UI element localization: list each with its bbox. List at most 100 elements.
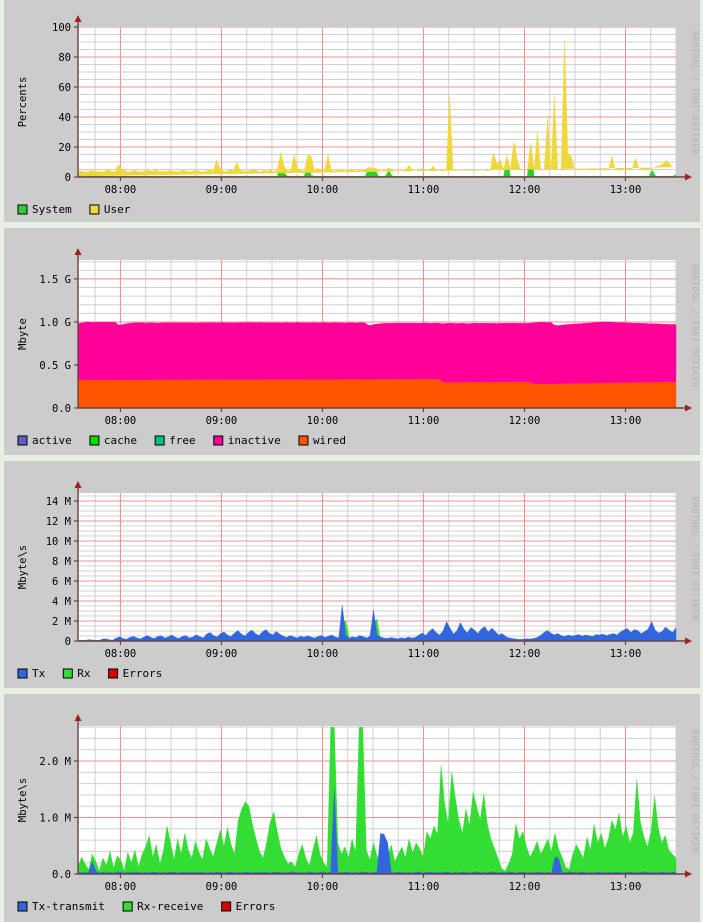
x-tick-label: 09:00 bbox=[206, 415, 238, 427]
y-tick-label: 10 M bbox=[46, 536, 71, 548]
legend-swatch-tx-transmit[interactable] bbox=[17, 901, 28, 912]
legend-label-user[interactable]: User bbox=[104, 203, 131, 216]
x-tick-label: 12:00 bbox=[509, 415, 541, 427]
y-tick-label: 100 bbox=[52, 22, 71, 34]
legend-swatch-cache[interactable] bbox=[89, 435, 100, 446]
y-tick-label: 20 bbox=[58, 142, 71, 154]
legend: Tx Rx Errors bbox=[17, 667, 163, 680]
x-axis-ticks: 08:00 09:00 10:00 11:00 12:00 13:00 bbox=[105, 874, 642, 893]
y-axis-label: Percents bbox=[17, 77, 29, 128]
x-tick-label: 11:00 bbox=[408, 415, 440, 427]
graph-canvas-traffic-int-if: Traffic on int_if: rl0 (inet) (20Mb/s)RR… bbox=[17, 694, 699, 913]
legend-swatch-active[interactable] bbox=[17, 435, 28, 446]
grid-minor bbox=[78, 26, 677, 178]
y-axis-ticks: 0 2 M 4 M 6 M 8 M 10 M 12 M 14 M bbox=[46, 496, 78, 648]
rrdtool-watermark: RRDTOOL / TOBI OETIKER bbox=[689, 730, 699, 854]
x-axis-ticks: 08:00 09:00 10:00 11:00 12:00 13:00 bbox=[105, 408, 642, 427]
rrdtool-watermark: RRDTOOL / TOBI OETIKER bbox=[689, 264, 699, 388]
y-axis-ticks: 0.0 0.5 G 1.0 G 1.5 G bbox=[39, 274, 78, 415]
plot-top-mask bbox=[78, 461, 676, 493]
graph-panel-memory-usage[interactable]: MEMORY USAGE: 1.5GbRRDTOOL / TOBI OETIKE… bbox=[0, 228, 703, 455]
y-tick-label: 8 M bbox=[52, 556, 71, 568]
legend: System User bbox=[17, 203, 131, 216]
x-tick-label: 13:00 bbox=[610, 648, 642, 660]
rrdtool-watermark: RRDTOOL / TOBI OETIKER bbox=[689, 497, 699, 621]
y-axis-label: Mbyte\s bbox=[17, 778, 29, 822]
legend-swatch-rx-receive[interactable] bbox=[122, 901, 133, 912]
graph-panel-traffic-int-if[interactable]: Traffic on int_if: rl0 (inet) (20Mb/s)RR… bbox=[0, 694, 703, 922]
y-tick-label: 0 bbox=[65, 172, 71, 184]
y-tick-label: 1.0 G bbox=[39, 317, 71, 329]
x-tick-label: 09:00 bbox=[206, 648, 238, 660]
y-axis-ticks: 0.0 1.0 M 2.0 M bbox=[39, 756, 78, 881]
x-tick-label: 09:00 bbox=[206, 184, 238, 196]
x-tick-label: 13:00 bbox=[610, 184, 642, 196]
rrdtool-graph-page: CPU USAGE: Intel(R) Pentium(R) D CPU 3.4… bbox=[0, 0, 703, 922]
legend-swatch-system[interactable] bbox=[17, 204, 28, 215]
graph-canvas-memory-usage: MEMORY USAGE: 1.5GbRRDTOOL / TOBI OETIKE… bbox=[17, 228, 699, 447]
y-tick-label: 0.0 bbox=[52, 869, 71, 881]
legend-swatch-inactive[interactable] bbox=[213, 435, 224, 446]
legend-label-cache[interactable]: cache bbox=[104, 434, 137, 447]
x-tick-label: 11:00 bbox=[408, 648, 440, 660]
y-axis-label: Mbyte bbox=[17, 318, 29, 350]
y-tick-label: 0.0 bbox=[52, 403, 71, 415]
y-tick-label: 4 M bbox=[52, 596, 71, 608]
graph-panel-traffic-ext-if[interactable]: Traffic on ext_if: age0 (local) (100Mb/s… bbox=[0, 461, 703, 688]
x-axis-ticks: 08:00 09:00 10:00 11:00 12:00 13:00 bbox=[105, 641, 642, 660]
x-tick-label: 08:00 bbox=[105, 648, 137, 660]
x-tick-label: 10:00 bbox=[307, 415, 339, 427]
x-tick-label: 13:00 bbox=[610, 415, 642, 427]
y-tick-label: 40 bbox=[58, 112, 71, 124]
legend-label-active[interactable]: active bbox=[32, 434, 72, 447]
y-axis-label: Mbyte\s bbox=[17, 545, 29, 589]
y-tick-label: 6 M bbox=[52, 576, 71, 588]
legend-swatch-errors[interactable] bbox=[221, 901, 232, 912]
legend-swatch-wired[interactable] bbox=[298, 435, 309, 446]
x-tick-label: 09:00 bbox=[206, 881, 238, 893]
plot-top-mask bbox=[78, 694, 676, 726]
y-tick-label: 14 M bbox=[46, 496, 71, 508]
legend-label-wired[interactable]: wired bbox=[313, 434, 346, 447]
x-tick-label: 08:00 bbox=[105, 415, 137, 427]
legend-label-errors[interactable]: Errors bbox=[123, 667, 163, 680]
y-tick-label: 1.5 G bbox=[39, 274, 71, 286]
y-tick-label: 1.0 M bbox=[39, 813, 71, 825]
x-tick-label: 10:00 bbox=[307, 881, 339, 893]
legend: active cache free inactive wired bbox=[17, 434, 346, 447]
legend-label-rx[interactable]: Rx bbox=[77, 667, 91, 680]
legend-label-tx[interactable]: Tx bbox=[32, 667, 46, 680]
legend-label-inactive[interactable]: inactive bbox=[228, 434, 281, 447]
x-tick-label: 11:00 bbox=[408, 184, 440, 196]
x-tick-label: 13:00 bbox=[610, 881, 642, 893]
legend-swatch-rx[interactable] bbox=[62, 668, 73, 679]
graph-panel-cpu-usage[interactable]: CPU USAGE: Intel(R) Pentium(R) D CPU 3.4… bbox=[0, 0, 703, 222]
legend-swatch-free[interactable] bbox=[154, 435, 165, 446]
rrdtool-watermark: RRDTOOL / TOBI OETIKER bbox=[689, 31, 699, 155]
legend-swatch-tx[interactable] bbox=[17, 668, 28, 679]
legend-swatch-user[interactable] bbox=[89, 204, 100, 215]
x-tick-label: 11:00 bbox=[408, 881, 440, 893]
x-tick-label: 08:00 bbox=[105, 184, 137, 196]
legend: Tx-transmit Rx-receive Errors bbox=[17, 900, 276, 913]
y-tick-label: 0 bbox=[65, 636, 71, 648]
x-tick-label: 12:00 bbox=[509, 184, 541, 196]
y-tick-label: 2 M bbox=[52, 616, 71, 628]
y-tick-label: 80 bbox=[58, 52, 71, 64]
legend-label-errors[interactable]: Errors bbox=[236, 900, 276, 913]
legend-swatch-errors[interactable] bbox=[108, 668, 119, 679]
legend-label-system[interactable]: System bbox=[32, 203, 72, 216]
x-tick-label: 12:00 bbox=[509, 648, 541, 660]
legend-label-free[interactable]: free bbox=[169, 434, 196, 447]
x-tick-label: 10:00 bbox=[307, 184, 339, 196]
y-tick-label: 60 bbox=[58, 82, 71, 94]
y-tick-label: 0.5 G bbox=[39, 360, 71, 372]
legend-label-rx-receive[interactable]: Rx-receive bbox=[137, 900, 203, 913]
y-tick-label: 12 M bbox=[46, 516, 71, 528]
graph-canvas-traffic-ext-if: Traffic on ext_if: age0 (local) (100Mb/s… bbox=[17, 461, 699, 680]
data-series-group bbox=[77, 321, 677, 409]
legend-label-tx-transmit[interactable]: Tx-transmit bbox=[32, 900, 105, 913]
series-area-inactive bbox=[77, 321, 677, 385]
x-tick-label: 08:00 bbox=[105, 881, 137, 893]
x-tick-label: 10:00 bbox=[307, 648, 339, 660]
